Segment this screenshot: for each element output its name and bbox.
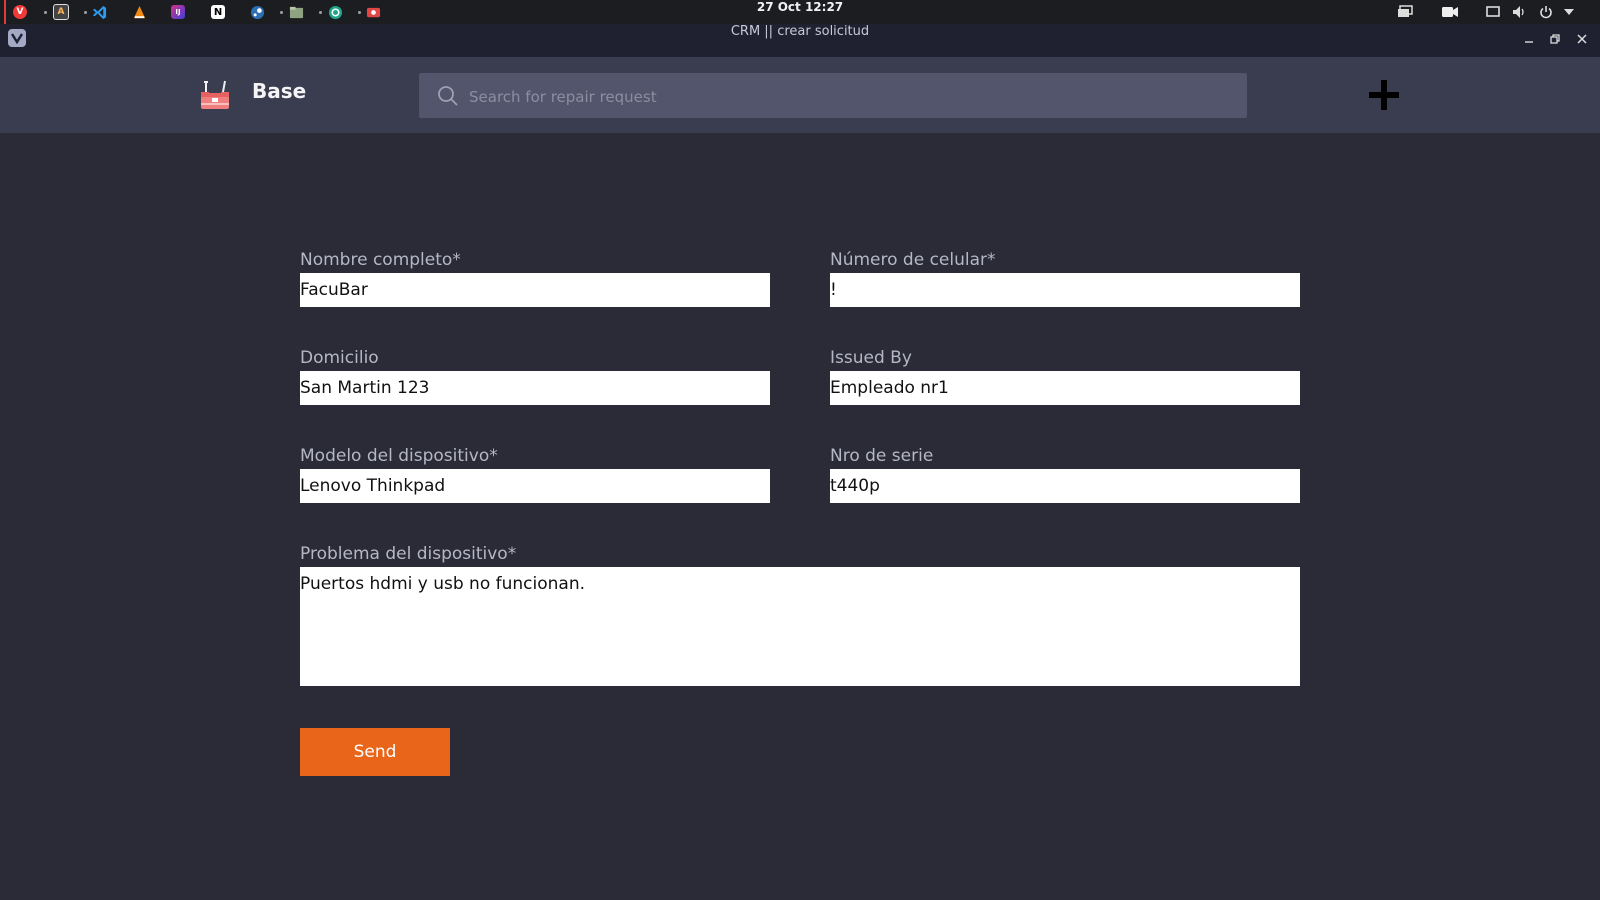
problema-textarea[interactable]: Puertos hdmi y usb no funcionan. [300,567,1300,686]
display-icon[interactable] [1397,0,1413,24]
problema-field: Problema del dispositivo* Puertos hdmi y… [300,541,1300,686]
nombre-input[interactable] [300,273,770,307]
jetbrains-icon[interactable]: IJ [171,0,185,24]
domicilio-input[interactable] [300,371,770,405]
recorder-icon[interactable] [366,0,381,24]
os-top-panel: V A IJ N 27 Oct 12:27 [0,0,1600,24]
celular-label: Número de celular* [830,250,996,270]
vscode-icon[interactable] [92,0,107,24]
window-titlebar[interactable]: CRM || crear solicitud [0,24,1600,57]
close-icon[interactable] [1574,31,1590,47]
vivaldi-icon[interactable]: V [13,0,27,24]
running-indicator [84,0,87,24]
search-icon [437,85,459,111]
font-viewer-icon[interactable]: A [53,0,69,24]
nombre-label: Nombre completo* [300,250,461,270]
steam-icon[interactable] [250,0,265,24]
camera-icon[interactable] [1441,0,1459,24]
search-input[interactable] [467,73,1231,120]
notion-icon[interactable]: N [211,0,225,24]
chevron-down-icon[interactable] [1564,0,1574,24]
serie-input[interactable] [830,469,1300,503]
power-icon[interactable] [1539,0,1553,24]
send-button[interactable]: Send [300,728,450,776]
modelo-input[interactable] [300,469,770,503]
issued-by-label: Issued By [830,348,912,368]
plus-icon [1369,80,1399,110]
domicilio-field: Domicilio [300,345,770,405]
screen-icon[interactable] [1486,0,1500,24]
modelo-label: Modelo del dispositivo* [300,446,498,466]
vlc-icon[interactable] [132,0,147,24]
restore-icon[interactable] [1547,31,1563,47]
running-indicator [319,0,322,24]
problema-label: Problema del dispositivo* [300,544,517,564]
running-indicator [280,0,283,24]
window-title: CRM || crear solicitud [730,24,870,39]
running-indicator [358,0,361,24]
git-client-icon[interactable] [328,0,343,24]
serie-label: Nro de serie [830,446,934,466]
domicilio-label: Domicilio [300,348,379,368]
celular-input[interactable] [830,273,1300,307]
issued-by-input[interactable] [830,371,1300,405]
volume-icon[interactable] [1512,0,1526,24]
minimize-icon[interactable] [1521,31,1537,47]
serie-field: Nro de serie [830,443,1300,503]
files-icon[interactable] [289,0,304,24]
celular-field: Número de celular* [830,247,1300,307]
modelo-field: Modelo del dispositivo* [300,443,770,503]
app-header: Base [0,57,1600,133]
brand-name[interactable]: Base [252,79,306,111]
issued-by-field: Issued By [830,345,1300,405]
search-bar[interactable] [419,73,1247,120]
add-request-button[interactable] [1364,75,1404,115]
nombre-field: Nombre completo* [300,247,770,307]
running-indicator [44,0,47,24]
toolbox-logo-icon[interactable] [198,78,232,112]
active-indicator [4,0,6,24]
clock[interactable]: 27 Oct 12:27 [700,0,900,24]
